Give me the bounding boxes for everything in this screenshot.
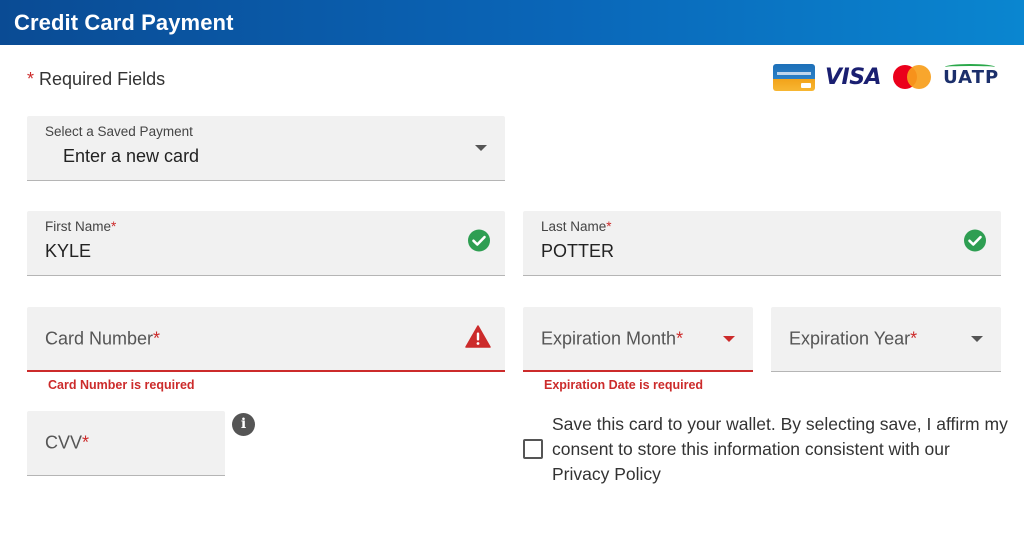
chevron-down-icon xyxy=(971,336,983,342)
cvv-label: CVV* xyxy=(45,432,90,453)
info-icon[interactable]: i xyxy=(232,413,255,436)
cvv-field[interactable]: CVV* xyxy=(27,411,225,476)
last-name-value: POTTER xyxy=(541,241,615,261)
saved-payment-label: Select a Saved Payment xyxy=(45,124,193,139)
required-fields-label: Required Fields xyxy=(39,69,166,89)
expiration-year-select[interactable]: Expiration Year* xyxy=(771,307,1001,372)
last-name-field[interactable]: Last Name* POTTER xyxy=(523,211,1001,276)
required-fields-note: * Required Fields xyxy=(27,69,165,90)
uatp-logo: UATP xyxy=(943,63,999,88)
saved-payment-value: Enter a new card xyxy=(63,146,200,166)
expiration-month-select[interactable]: Expiration Month* xyxy=(523,307,753,372)
chevron-down-icon xyxy=(723,335,735,342)
card-number-error: Card Number is required xyxy=(48,378,195,392)
chevron-down-icon xyxy=(475,145,487,151)
expiration-date-error: Expiration Date is required xyxy=(544,378,704,392)
warning-icon xyxy=(465,324,491,353)
saved-payment-select[interactable]: Select a Saved Payment Enter a new card xyxy=(27,116,505,181)
save-card-checkbox[interactable] xyxy=(523,439,543,459)
card-number-label: Card Number* xyxy=(45,328,161,348)
visa-logo: VISA xyxy=(825,64,882,90)
page-header: Credit Card Payment xyxy=(0,0,1024,45)
first-name-value: KYLE xyxy=(45,241,92,261)
generic-card-logo xyxy=(773,63,815,91)
expiration-year-label: Expiration Year* xyxy=(789,328,918,349)
accepted-cards: VISA UATP xyxy=(773,62,999,92)
check-circle-icon xyxy=(963,229,987,258)
first-name-label: First Name* xyxy=(45,219,117,234)
first-name-field[interactable]: First Name* KYLE xyxy=(27,211,505,276)
expiration-month-label: Expiration Month* xyxy=(541,328,684,348)
required-star: * xyxy=(27,69,35,89)
check-circle-icon xyxy=(467,229,491,258)
save-card-consent-text: Save this card to your wallet. By select… xyxy=(552,414,1008,484)
card-number-field[interactable]: Card Number* xyxy=(27,307,505,372)
page-title: Credit Card Payment xyxy=(14,9,234,35)
last-name-label: Last Name* xyxy=(541,219,612,234)
mastercard-logo xyxy=(893,65,932,89)
